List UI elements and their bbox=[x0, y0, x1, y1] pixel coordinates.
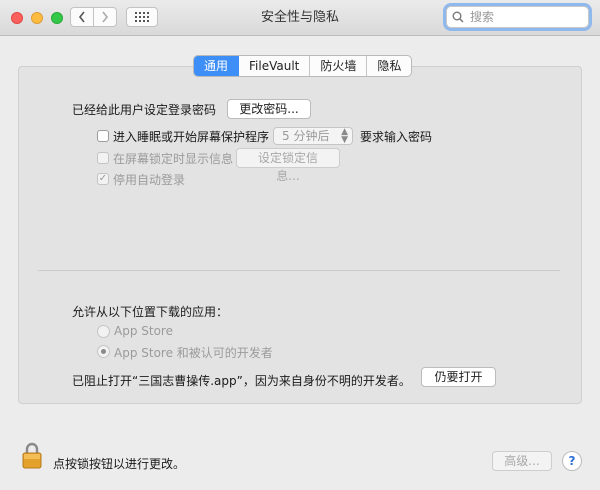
tab-general[interactable]: 通用 bbox=[194, 56, 240, 76]
radio-identified-label: App Store 和被认可的开发者 bbox=[114, 346, 273, 360]
auto-login-label: 停用自动登录 bbox=[113, 173, 186, 187]
minimize-window-button[interactable] bbox=[31, 12, 43, 24]
stepper-arrows-icon: ▲ ▼ bbox=[341, 127, 348, 145]
search-icon bbox=[452, 11, 464, 23]
lock-message-checkbox[interactable] bbox=[97, 152, 109, 164]
password-set-label: 已经给此用户设定登录密码 bbox=[72, 103, 217, 117]
require-password-label: 要求输入密码 bbox=[360, 130, 433, 144]
change-password-button[interactable]: 更改密码... bbox=[227, 99, 311, 119]
radio-app-store-label: App Store bbox=[114, 324, 173, 338]
sleep-password-checkbox[interactable] bbox=[97, 130, 109, 142]
search-input[interactable] bbox=[468, 9, 582, 25]
lock-message-label: 在屏幕锁定时显示信息 bbox=[113, 152, 234, 166]
forward-button[interactable] bbox=[93, 7, 117, 27]
tab-privacy[interactable]: 隐私 bbox=[367, 56, 411, 76]
sleep-checkbox-label: 进入睡眠或开始屏幕保护程序 bbox=[113, 130, 270, 144]
chevron-left-icon bbox=[78, 11, 85, 23]
auto-login-checkbox[interactable]: ✓ bbox=[97, 173, 109, 185]
show-all-button[interactable] bbox=[126, 7, 158, 27]
lock-instruction-text: 点按锁按钮以进行更改。 bbox=[53, 457, 186, 471]
advanced-button[interactable]: 高级... bbox=[492, 451, 552, 471]
sleep-delay-value: 5 分钟后 bbox=[282, 129, 330, 143]
close-window-button[interactable] bbox=[11, 12, 23, 24]
set-lock-message-button[interactable]: 设定锁定信息... bbox=[236, 148, 340, 183]
sleep-delay-select[interactable]: 5 分钟后 ▲ ▼ bbox=[273, 127, 353, 145]
tab-bar: 通用 FileVault 防火墙 隐私 bbox=[193, 55, 413, 77]
lock-icon[interactable] bbox=[22, 441, 42, 469]
preferences-window: 安全性与隐私 通用 FileVault 防火墙 隐私 已经给此用户设定登录密码 … bbox=[0, 0, 600, 490]
radio-app-store[interactable] bbox=[97, 325, 110, 338]
chevron-right-icon bbox=[102, 11, 109, 23]
downloads-heading: 允许从以下位置下载的应用： bbox=[72, 305, 229, 319]
help-button[interactable]: ? bbox=[562, 451, 582, 471]
search-field[interactable] bbox=[446, 6, 589, 28]
section-divider bbox=[38, 270, 560, 271]
tab-firewall[interactable]: 防火墙 bbox=[310, 56, 368, 76]
grid-icon bbox=[135, 12, 149, 22]
back-button[interactable] bbox=[70, 7, 94, 27]
title-bar: 安全性与隐私 bbox=[0, 0, 600, 36]
radio-identified-developers[interactable] bbox=[97, 345, 110, 358]
maximize-window-button[interactable] bbox=[51, 12, 63, 24]
blocked-app-message: 已阻止打开“三国志曹操传.app”，因为来自身份不明的开发者。 bbox=[72, 374, 411, 388]
tab-filevault[interactable]: FileVault bbox=[239, 56, 311, 76]
window-title: 安全性与隐私 bbox=[260, 10, 339, 25]
open-anyway-button[interactable]: 仍要打开 bbox=[421, 367, 496, 387]
